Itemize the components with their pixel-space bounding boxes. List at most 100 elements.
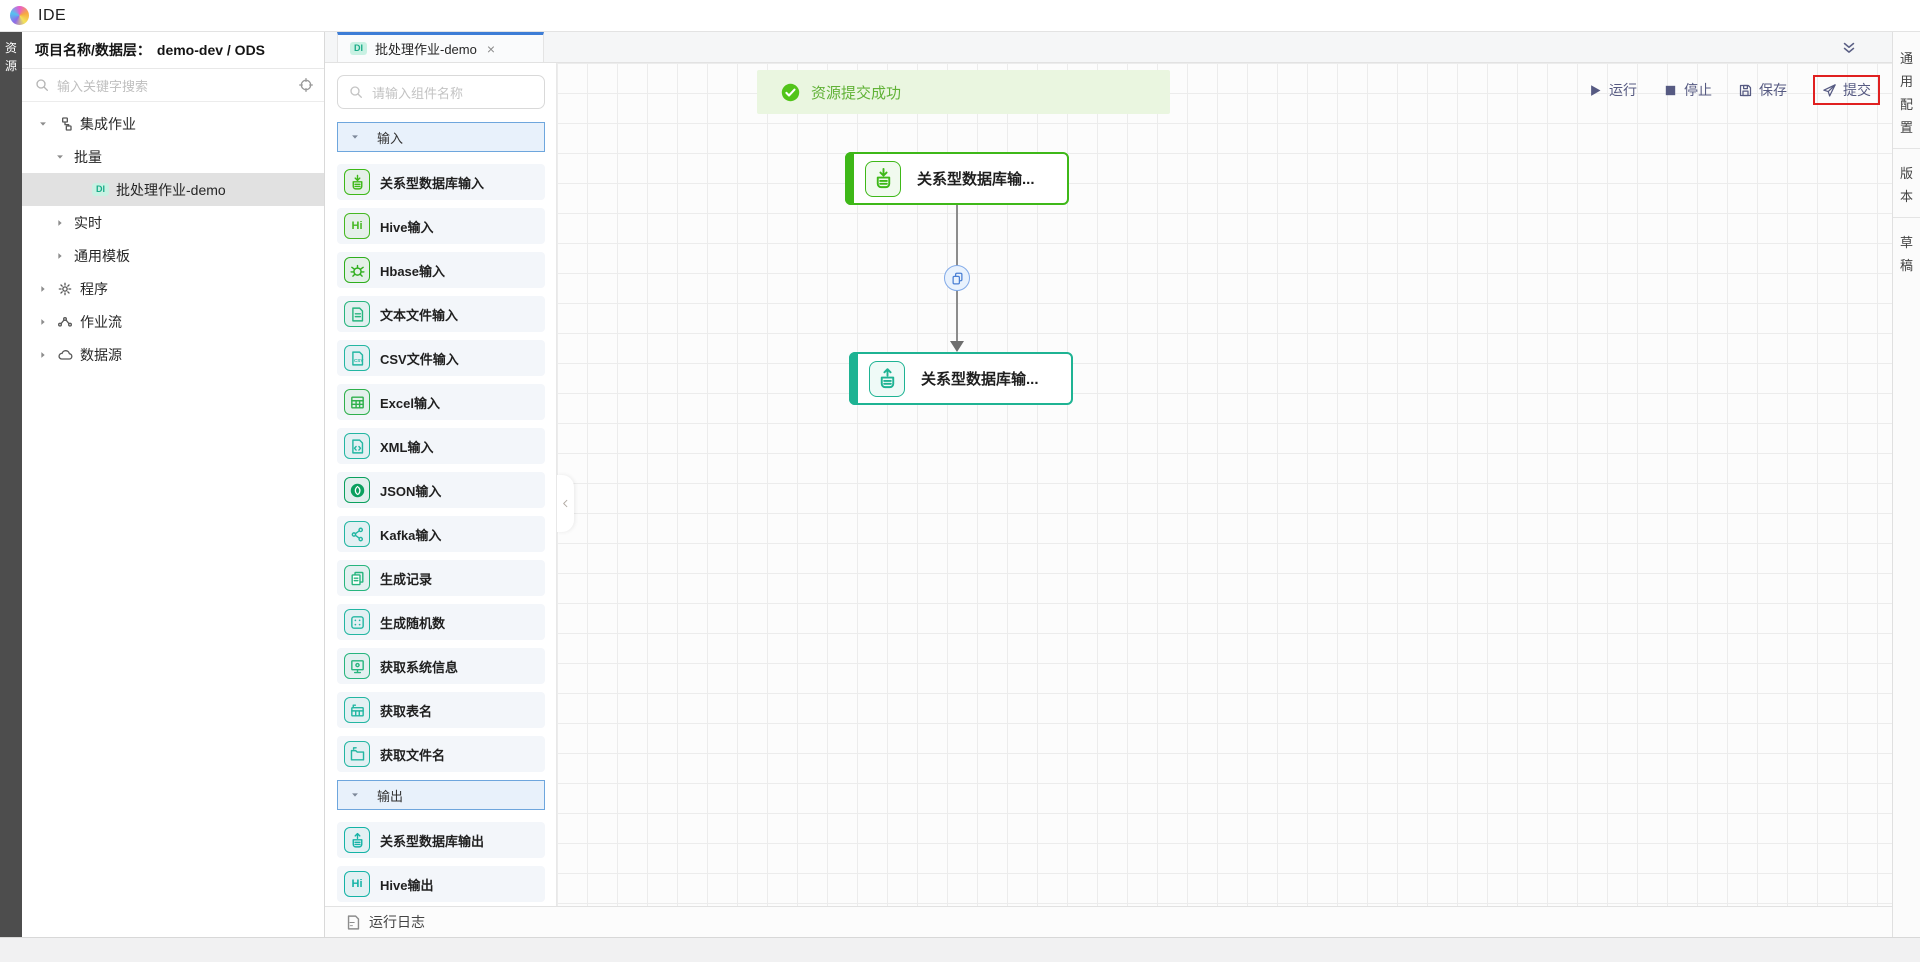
palette-item-Excel输入[interactable]: Excel输入 bbox=[337, 384, 545, 420]
sidebar-item-label: 数据源 bbox=[80, 346, 122, 363]
palette-item-label: 获取文件名 bbox=[380, 747, 446, 763]
send-icon bbox=[1822, 83, 1837, 98]
canvas-toolbar: 运行 停止 保存 提交 bbox=[1588, 75, 1880, 105]
records-icon bbox=[344, 565, 370, 591]
palette-item-label: 关系型数据库输出 bbox=[380, 833, 485, 849]
palette-item-label: JSON输入 bbox=[380, 483, 442, 499]
right-tab-draft[interactable]: 草稿 bbox=[1900, 226, 1913, 286]
divider bbox=[1892, 148, 1920, 149]
palette-item-Hive输出[interactable]: Hi Hive输出 bbox=[337, 866, 545, 902]
palette-search[interactable]: 请输入组件名称 bbox=[337, 75, 545, 109]
json-icon bbox=[344, 477, 370, 503]
sidebar-item-integration-jobs[interactable]: 集成作业 bbox=[22, 107, 324, 140]
sidebar-search[interactable]: 输入关键字搜索 bbox=[22, 69, 324, 102]
palette-item-CSV文件输入[interactable]: CSV CSV文件输入 bbox=[337, 340, 545, 376]
palette-item-Kafka输入[interactable]: Kafka输入 bbox=[337, 516, 545, 552]
palette-item-label: 生成记录 bbox=[380, 571, 433, 587]
right-tab-general-config[interactable]: 通用配置 bbox=[1900, 42, 1913, 148]
caret-down-icon bbox=[350, 790, 360, 800]
save-button[interactable]: 保存 bbox=[1738, 80, 1787, 100]
caret-right-icon[interactable] bbox=[36, 348, 50, 362]
chevrons-down-icon[interactable] bbox=[1840, 39, 1858, 57]
palette-item-Hive输入[interactable]: Hi Hive输入 bbox=[337, 208, 545, 244]
sidebar-header: 项目名称/数据层： demo-dev / ODS bbox=[22, 32, 324, 69]
edge-copy-mode-icon[interactable] bbox=[944, 265, 970, 291]
palette-item-关系型数据库输出[interactable]: 关系型数据库输出 bbox=[337, 822, 545, 858]
palette-item-文本文件输入[interactable]: 文本文件输入 bbox=[337, 296, 545, 332]
palette-item-生成记录[interactable]: 生成记录 bbox=[337, 560, 545, 596]
right-panel-bar: 通用配置版本草稿 bbox=[1892, 32, 1920, 937]
db-in-icon bbox=[344, 169, 370, 195]
caret-right-icon[interactable] bbox=[36, 315, 50, 329]
chevron-left-icon bbox=[560, 498, 571, 509]
status-footer bbox=[0, 937, 1920, 962]
sidebar-item-program[interactable]: 程序 bbox=[22, 272, 324, 305]
palette-item-关系型数据库输入[interactable]: 关系型数据库输入 bbox=[337, 164, 545, 200]
caret-right-icon[interactable] bbox=[53, 216, 67, 230]
project-layer-value: demo-dev / ODS bbox=[156, 42, 266, 58]
caret-down-icon[interactable] bbox=[53, 150, 67, 164]
node-db-input[interactable]: 关系型数据库输... bbox=[845, 152, 1069, 205]
sidebar-item-label: 批处理作业-demo bbox=[116, 181, 226, 198]
edge-arrow-icon bbox=[950, 341, 964, 352]
caret-down-icon bbox=[350, 132, 360, 142]
palette-item-生成随机数[interactable]: 生成随机数 bbox=[337, 604, 545, 640]
locate-icon[interactable] bbox=[298, 77, 314, 93]
palette-item-label: CSV文件输入 bbox=[380, 351, 459, 367]
project-layer-label: 项目名称/数据层： bbox=[35, 42, 151, 58]
palette-item-label: Excel输入 bbox=[380, 395, 440, 411]
palette-collapse-handle[interactable] bbox=[557, 475, 574, 532]
hive-icon: Hi bbox=[344, 871, 370, 897]
caret-right-icon[interactable] bbox=[36, 282, 50, 296]
stop-button[interactable]: 停止 bbox=[1663, 80, 1712, 100]
db-out-icon bbox=[344, 827, 370, 853]
run-button[interactable]: 运行 bbox=[1588, 80, 1637, 100]
sidebar-item-batch-job-demo[interactable]: DI 批处理作业-demo bbox=[22, 173, 324, 206]
sidebar-item-label: 作业流 bbox=[80, 313, 122, 330]
file-csv-icon: CSV bbox=[344, 345, 370, 371]
copy-icon bbox=[950, 271, 965, 286]
file-text-icon bbox=[344, 301, 370, 327]
palette-item-XML输入[interactable]: XML输入 bbox=[337, 428, 545, 464]
tab-batch-job-demo[interactable]: DI 批处理作业-demo × bbox=[337, 32, 544, 62]
palette-item-JSON输入[interactable]: JSON输入 bbox=[337, 472, 545, 508]
sidebar-item-label: 集成作业 bbox=[80, 115, 136, 132]
resource-sidebar: 项目名称/数据层： demo-dev / ODS 输入关键字搜索 集成作业批量 D… bbox=[22, 32, 325, 937]
check-circle-icon bbox=[781, 83, 800, 102]
right-tab-version[interactable]: 版本 bbox=[1900, 157, 1913, 217]
palette-section-input[interactable]: 输入 bbox=[337, 122, 545, 152]
flow-canvas[interactable]: 资源提交成功 运行 停止 保存 提交 关系型数据库输... 关系型数据库输... bbox=[557, 63, 1892, 906]
sidebar-item-realtime[interactable]: 实时 bbox=[22, 206, 324, 239]
run-log-bar[interactable]: 运行日志 bbox=[325, 906, 1892, 937]
stop-label: 停止 bbox=[1684, 82, 1712, 98]
palette-item-Hbase输入[interactable]: Hbase输入 bbox=[337, 252, 545, 288]
palette-sections: 输入 关系型数据库输入 Hi Hive输入 Hbase输入 文本文件输入 CSV CSV文件输… bbox=[337, 122, 545, 902]
db-input-icon bbox=[865, 160, 901, 197]
sidebar-item-data-source[interactable]: 数据源 bbox=[22, 338, 324, 371]
sidebar-item-label: 实时 bbox=[74, 214, 102, 231]
activity-tab-resources[interactable]: 资源 bbox=[0, 39, 22, 74]
table-icon bbox=[344, 389, 370, 415]
caret-down-icon[interactable] bbox=[36, 117, 50, 131]
close-tab-icon[interactable]: × bbox=[487, 41, 495, 57]
divider bbox=[1892, 217, 1920, 218]
app-logo-icon bbox=[10, 6, 29, 25]
palette-item-获取表名[interactable]: 获取表名 bbox=[337, 692, 545, 728]
table-flag-icon bbox=[344, 697, 370, 723]
submit-button[interactable]: 提交 bbox=[1822, 80, 1871, 100]
editor-tab-bar: DI 批处理作业-demo × bbox=[325, 32, 1892, 63]
node-db-output[interactable]: 关系型数据库输... bbox=[849, 352, 1073, 405]
caret-right-icon[interactable] bbox=[53, 249, 67, 263]
sidebar-item-batch[interactable]: 批量 bbox=[22, 140, 324, 173]
node-accent bbox=[845, 152, 854, 205]
flow-icon bbox=[57, 314, 73, 330]
palette-item-获取文件名[interactable]: 获取文件名 bbox=[337, 736, 545, 772]
palette-item-获取系统信息[interactable]: 获取系统信息 bbox=[337, 648, 545, 684]
sidebar-item-common-template[interactable]: 通用模板 bbox=[22, 239, 324, 272]
palette-item-label: Hive输入 bbox=[380, 219, 434, 235]
palette-section-label: 输入 bbox=[377, 130, 404, 146]
sidebar-item-job-flow[interactable]: 作业流 bbox=[22, 305, 324, 338]
submit-highlight-box: 提交 bbox=[1813, 75, 1880, 105]
palette-item-label: Kafka输入 bbox=[380, 527, 442, 543]
palette-section-output[interactable]: 输出 bbox=[337, 780, 545, 810]
